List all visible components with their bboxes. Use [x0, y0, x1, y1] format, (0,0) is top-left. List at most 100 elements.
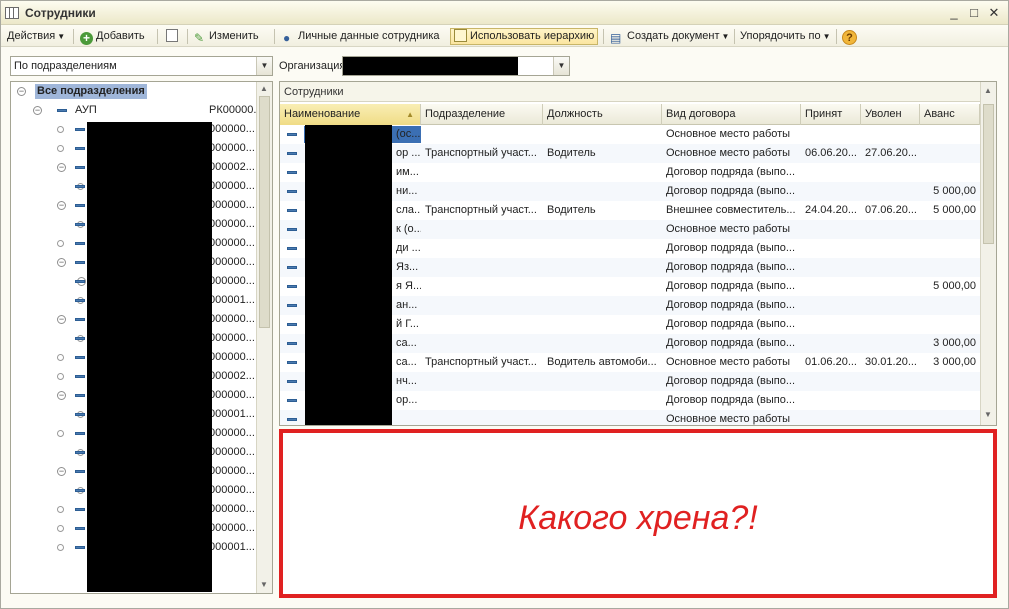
sort-by-menu[interactable]: Упорядочить по ▼	[737, 28, 834, 45]
scroll-thumb[interactable]	[983, 104, 994, 244]
cell-name: ни...	[396, 185, 418, 197]
cell-fired: 30.01.20...	[865, 356, 917, 368]
tree-item-code: 000001...	[209, 408, 255, 420]
employee-icon	[287, 190, 297, 193]
employees-window: Сотрудники _ □ ✕ Действия ▼ + Добавить ✎ Из…	[0, 0, 1009, 609]
annotation-text: Какого хрена?!	[518, 499, 758, 537]
maximize-button[interactable]: □	[966, 5, 982, 21]
cell-fired	[861, 220, 920, 239]
department-icon	[75, 147, 85, 150]
scroll-up-icon[interactable]: ▲	[260, 84, 268, 93]
cell-dept: Транспортный участ...	[425, 356, 537, 368]
cell-advance	[920, 239, 980, 258]
department-icon	[75, 375, 85, 378]
cell-contract: Основное место работы	[666, 223, 791, 235]
cell-contract: Договор подряда (выпо...	[666, 299, 796, 311]
tree-scrollbar[interactable]: ▲ ▼	[256, 82, 272, 593]
column-header-contract-type[interactable]: Вид договора	[662, 104, 801, 125]
cell-name: ор...	[396, 394, 418, 406]
tree-root-label: Все подразделения	[35, 84, 147, 99]
department-icon	[75, 242, 85, 245]
cell-hired: 06.06.20...	[805, 147, 857, 159]
collapse-icon[interactable]: −	[33, 106, 42, 115]
dropdown-arrow-icon[interactable]: ▼	[553, 57, 569, 75]
cell-dept	[421, 277, 543, 296]
tree-item-code: 000001...	[209, 294, 255, 306]
employee-icon	[287, 285, 297, 288]
toolbar-separator	[73, 29, 74, 44]
close-button[interactable]: ✕	[986, 5, 1002, 21]
cell-dept	[421, 334, 543, 353]
create-document-menu[interactable]: ▤ Создать документ ▼	[607, 28, 732, 45]
employee-icon	[287, 133, 297, 136]
help-button[interactable]: ?	[839, 27, 863, 45]
collapse-icon[interactable]: −	[57, 391, 66, 400]
column-header-name[interactable]: Наименование ▲	[280, 104, 421, 125]
column-header-department[interactable]: Подразделение	[421, 104, 543, 125]
pencil-icon: ✎	[194, 31, 205, 45]
scroll-down-icon[interactable]: ▼	[984, 410, 992, 419]
cell-name: к (о...	[396, 223, 421, 235]
tree-item[interactable]: − АУП РК00000...	[11, 101, 263, 120]
leaf-node-icon	[57, 240, 64, 247]
collapse-icon[interactable]: −	[17, 87, 26, 96]
cell-contract: Договор подряда (выпо...	[666, 280, 796, 292]
department-icon	[75, 470, 85, 473]
cell-contract: Договор подряда (выпо...	[666, 375, 796, 387]
collapse-icon[interactable]: −	[57, 315, 66, 324]
copy-button[interactable]	[163, 28, 184, 45]
cell-dept	[421, 258, 543, 277]
sort-by-label: Упорядочить по	[740, 30, 821, 42]
collapse-icon[interactable]: −	[57, 201, 66, 210]
department-tree[interactable]: − Все подразделения − АУП РК00000... 000000…	[10, 81, 273, 594]
toolbar-separator	[734, 29, 735, 44]
column-header-fired[interactable]: Уволен	[861, 104, 920, 125]
actions-label: Действия	[7, 30, 56, 42]
cell-advance	[920, 258, 980, 277]
cell-contract: Основное место работы	[666, 147, 791, 159]
dropdown-arrow-icon[interactable]: ▼	[256, 57, 272, 75]
department-icon	[75, 223, 85, 226]
employees-scrollbar[interactable]: ▲ ▼	[980, 82, 996, 425]
tree-item-code: 000000...	[209, 218, 255, 230]
employees-grid-body[interactable]: (ос... Основное место работы ор ... Транспо…	[280, 125, 980, 425]
collapse-icon[interactable]: −	[57, 163, 66, 172]
cell-name: ди ...	[396, 242, 421, 254]
cell-hired	[801, 182, 861, 201]
redacted-employee-names	[305, 125, 392, 425]
dropdown-arrow-icon: ▼	[721, 32, 730, 41]
cell-position	[543, 258, 662, 277]
hierarchy-icon	[454, 29, 467, 42]
scroll-thumb[interactable]	[259, 96, 270, 328]
dropdown-arrow-icon: ▼	[57, 32, 66, 41]
use-hierarchy-toggle[interactable]: Использовать иерархию	[450, 28, 599, 45]
personal-data-button[interactable]: ● Личные данные сотрудника	[280, 28, 443, 45]
cell-hired	[801, 220, 861, 239]
cell-contract: Основное место работы	[666, 413, 791, 425]
cell-name: са...	[396, 356, 417, 368]
tree-item-code: 000000...	[209, 313, 255, 325]
scroll-down-icon[interactable]: ▼	[260, 580, 268, 589]
cell-advance: 3 000,00	[933, 337, 976, 349]
tree-item-code: 000001...	[209, 541, 255, 553]
cell-advance	[920, 391, 980, 410]
view-mode-select[interactable]: По подразделениям ▼	[10, 56, 273, 76]
column-header-advance[interactable]: Аванс	[920, 104, 980, 125]
employee-icon	[287, 228, 297, 231]
collapse-icon[interactable]: −	[57, 258, 66, 267]
column-header-hired[interactable]: Принят	[801, 104, 861, 125]
cell-dept	[421, 296, 543, 315]
tree-root[interactable]: − Все подразделения	[11, 82, 256, 101]
column-header-position[interactable]: Должность	[543, 104, 662, 125]
edit-button[interactable]: ✎ Изменить	[191, 28, 262, 45]
cell-hired	[801, 410, 861, 425]
cell-name: Яз...	[396, 261, 419, 273]
cell-hired	[801, 277, 861, 296]
minimize-button[interactable]: _	[946, 5, 962, 21]
organization-select[interactable]: ▼	[342, 56, 570, 76]
cell-dept: Транспортный участ...	[425, 147, 537, 159]
add-button[interactable]: + Добавить	[77, 28, 148, 45]
collapse-icon[interactable]: −	[57, 467, 66, 476]
scroll-up-icon[interactable]: ▲	[984, 86, 992, 95]
actions-menu[interactable]: Действия ▼	[4, 28, 68, 45]
